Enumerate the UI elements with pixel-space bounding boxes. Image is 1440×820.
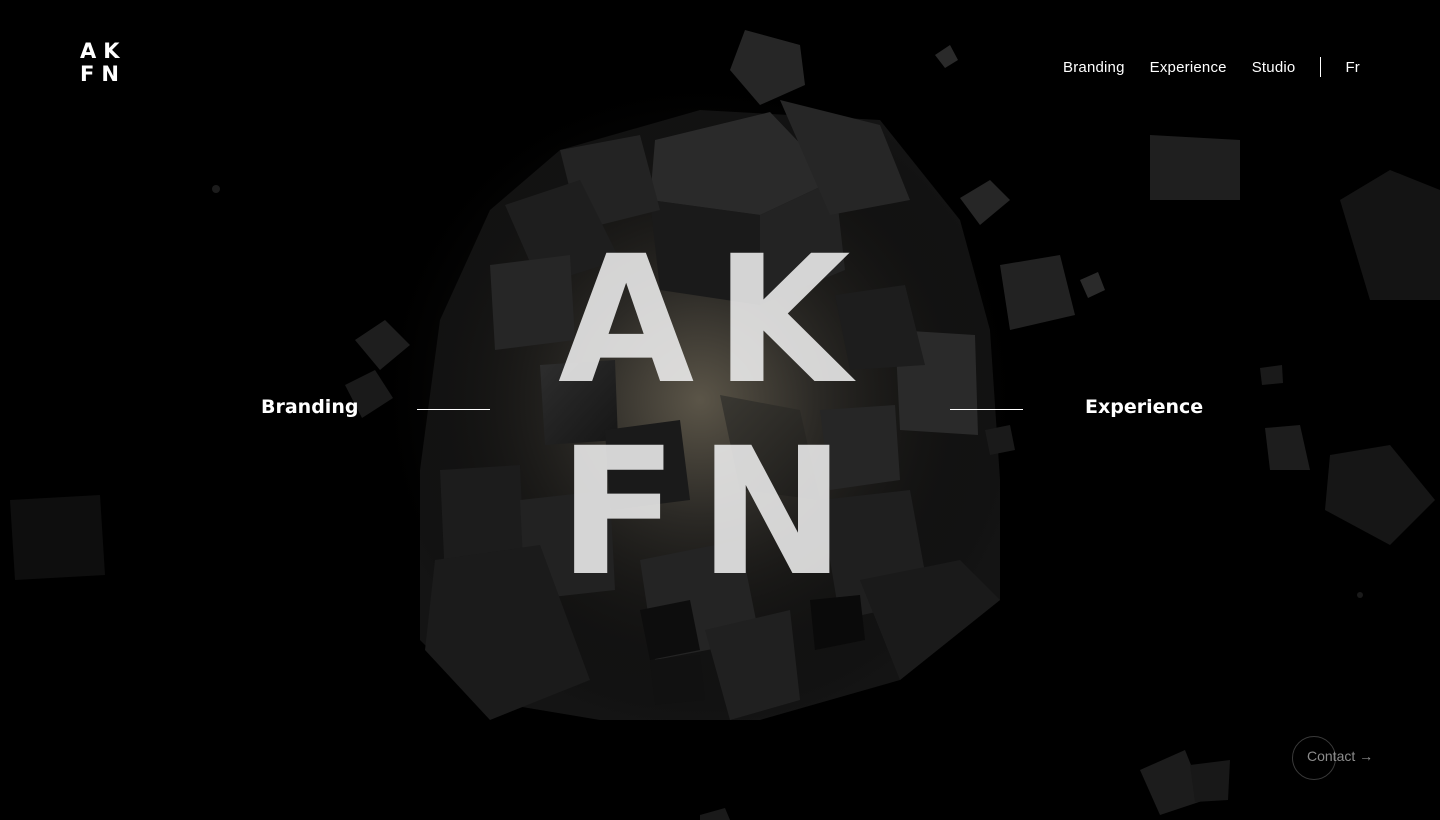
hero-link-experience[interactable]: Experience	[1085, 396, 1203, 418]
nav-item-branding[interactable]: Branding	[1063, 59, 1125, 76]
hero-title-line-2: FN	[558, 410, 866, 615]
hero-divider-left	[417, 409, 490, 410]
hero-title: AK FN	[540, 218, 910, 609]
hero-link-branding[interactable]: Branding	[261, 396, 358, 418]
main-nav: Branding Experience Studio Fr	[1063, 56, 1360, 78]
nav-item-experience[interactable]: Experience	[1150, 59, 1227, 76]
logo-line-2: FN	[80, 62, 126, 86]
nav-item-studio[interactable]: Studio	[1252, 59, 1296, 76]
logo-line-1: AK	[80, 39, 127, 63]
hero-divider-right	[950, 409, 1023, 410]
nav-divider	[1320, 57, 1322, 77]
language-switch[interactable]: Fr	[1345, 59, 1360, 76]
hero-title-line-1: AK	[558, 218, 871, 423]
contact-button[interactable]: Contact →	[1292, 736, 1387, 780]
logo[interactable]: AK FN	[80, 40, 126, 92]
contact-label: Contact →	[1307, 748, 1374, 764]
